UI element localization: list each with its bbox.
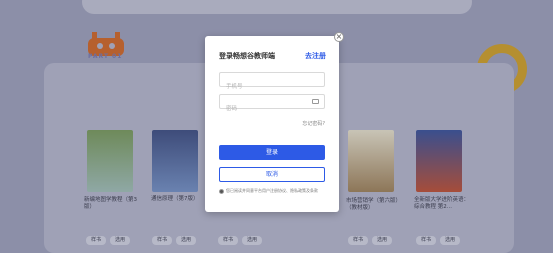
agreement-checkbox[interactable]: [219, 188, 224, 194]
select-button-5[interactable]: 选用: [440, 236, 460, 245]
close-icon[interactable]: ×: [334, 32, 344, 42]
part-label: PART 01: [88, 53, 123, 60]
select-button-4[interactable]: 选用: [372, 236, 392, 245]
login-button[interactable]: 登录: [219, 145, 325, 160]
modal-title: 登录畅想谷教师端: [219, 52, 275, 60]
book-title-2[interactable]: 通信原理（第7版）: [151, 196, 211, 203]
sample-button-4[interactable]: 样书: [348, 236, 368, 245]
password-input[interactable]: [220, 102, 322, 116]
sample-button-5[interactable]: 样书: [416, 236, 436, 245]
keyboard-icon[interactable]: [312, 99, 319, 104]
book-title-4[interactable]: 市场营销学（第六版）（教材版）: [346, 198, 406, 212]
book-cover-4[interactable]: [348, 130, 394, 192]
phone-field[interactable]: [219, 72, 325, 94]
phone-input[interactable]: [220, 80, 322, 94]
register-link[interactable]: 去注册: [305, 51, 326, 61]
book-title-1[interactable]: 新编地图学教程（第3版）: [84, 197, 144, 211]
top-card: [82, 0, 472, 14]
book-title-5[interactable]: 全新版大学进阶英语：综合教程 第2...: [414, 197, 474, 211]
select-button-3[interactable]: 选用: [242, 236, 262, 245]
select-button-2[interactable]: 选用: [176, 236, 196, 245]
sample-button-2[interactable]: 样书: [152, 236, 172, 245]
sample-button-3[interactable]: 样书: [218, 236, 238, 245]
book-cover-5[interactable]: [416, 130, 462, 192]
sample-button-1[interactable]: 样书: [86, 236, 106, 245]
book-cover-2[interactable]: [152, 130, 198, 192]
cancel-button[interactable]: 取消: [219, 167, 325, 182]
login-modal: 登录畅想谷教师端 去注册 忘记密码? 登录 取消 您已阅读并同意平台用户注册协议…: [205, 36, 339, 212]
password-field[interactable]: [219, 94, 325, 116]
agreement-row: 您已阅读并同意平台用户注册协议、隐私政策及条款: [219, 188, 318, 194]
book-cover-1[interactable]: [87, 130, 133, 192]
forgot-password-link[interactable]: 忘记密码?: [302, 120, 325, 127]
agreement-text: 您已阅读并同意平台用户注册协议、隐私政策及条款: [226, 188, 318, 193]
select-button-1[interactable]: 选用: [110, 236, 130, 245]
